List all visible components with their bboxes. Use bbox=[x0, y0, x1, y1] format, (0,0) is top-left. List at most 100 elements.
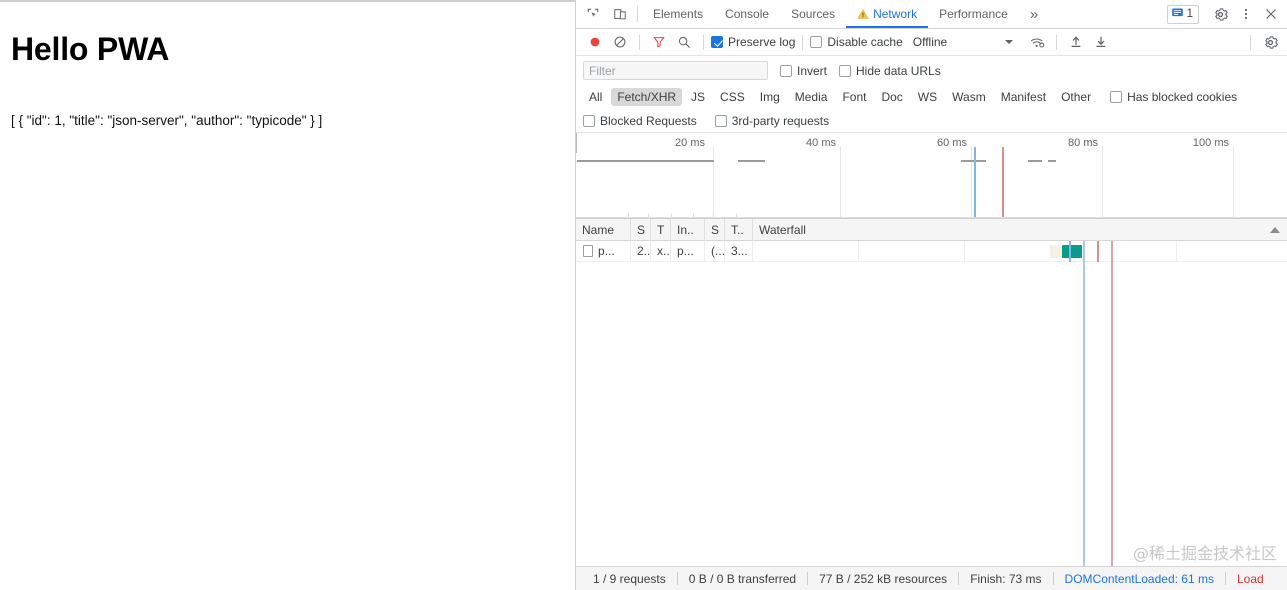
more-tabs-label: » bbox=[1029, 5, 1039, 23]
cell-size: (... bbox=[705, 241, 725, 262]
extra-filters-row: Blocked Requests 3rd-party requests bbox=[576, 109, 1287, 133]
type-filter-img[interactable]: Img bbox=[754, 88, 786, 106]
overview-gridline-20ms bbox=[713, 146, 714, 218]
cell-name[interactable]: p... bbox=[576, 241, 631, 262]
has-blocked-cookies-checkbox[interactable]: Has blocked cookies bbox=[1110, 90, 1237, 104]
network-conditions-icon[interactable] bbox=[1025, 31, 1049, 53]
column-header-size[interactable]: S bbox=[705, 219, 725, 241]
tab-sources-label: Sources bbox=[791, 7, 836, 21]
devtools-tabs: Elements Console Sources Network Perform… bbox=[642, 0, 1049, 28]
type-filter-doc[interactable]: Doc bbox=[875, 88, 908, 106]
message-count-label: 1 bbox=[1186, 8, 1193, 20]
overview-gridline-60ms bbox=[971, 146, 972, 218]
tab-network-label: Network bbox=[873, 7, 918, 21]
preserve-log-label: Preserve log bbox=[728, 35, 796, 49]
overview-request-band-5 bbox=[1048, 160, 1056, 162]
type-filter-all[interactable]: All bbox=[583, 88, 608, 106]
record-button[interactable] bbox=[583, 31, 607, 53]
overview-tick-60ms: 60 ms bbox=[937, 137, 967, 149]
invert-label: Invert bbox=[797, 63, 828, 78]
column-header-status[interactable]: S bbox=[631, 219, 651, 241]
tab-sources[interactable]: Sources bbox=[780, 0, 846, 28]
type-filter-font[interactable]: Font bbox=[836, 88, 872, 106]
sort-ascending-icon bbox=[1270, 226, 1280, 233]
column-header-time[interactable]: T.. bbox=[725, 219, 753, 241]
overview-left-edge bbox=[576, 133, 577, 153]
tabstrip-right-controls: 1 bbox=[1166, 0, 1287, 28]
hide-data-urls-box bbox=[839, 64, 852, 77]
device-toolbar-icon[interactable] bbox=[606, 0, 633, 28]
tab-network[interactable]: Network bbox=[846, 0, 929, 28]
waterfall-queue-segment bbox=[1050, 244, 1062, 258]
cell-type: x... bbox=[651, 241, 671, 262]
clear-button[interactable] bbox=[608, 31, 632, 53]
invert-checkbox[interactable]: Invert bbox=[780, 64, 827, 78]
requests-table-body: p... 2... x... p... (... 3... bbox=[576, 241, 1287, 566]
type-filter-ws[interactable]: WS bbox=[912, 88, 943, 106]
network-settings-gear-icon[interactable] bbox=[1258, 31, 1282, 53]
column-header-waterfall[interactable]: Waterfall bbox=[753, 219, 1287, 241]
page-json-output: [ { "id": 1, "title": "json-server", "au… bbox=[11, 113, 323, 128]
preserve-log-box bbox=[711, 36, 723, 48]
throttling-select[interactable]: Offline bbox=[913, 35, 947, 49]
toolbar-divider-1 bbox=[639, 34, 640, 50]
import-har-icon[interactable] bbox=[1064, 31, 1088, 53]
overview-request-band-4 bbox=[1028, 160, 1042, 162]
table-domcontentloaded-line bbox=[1083, 241, 1085, 566]
overview-request-band-1 bbox=[577, 160, 714, 162]
filter-row: Invert Hide data URLs bbox=[576, 56, 1287, 85]
type-filter-other[interactable]: Other bbox=[1055, 88, 1097, 106]
warning-triangle-icon bbox=[857, 8, 869, 20]
preserve-log-checkbox[interactable]: Preserve log bbox=[711, 35, 795, 49]
inspect-element-icon[interactable] bbox=[579, 0, 606, 28]
blocked-requests-checkbox[interactable]: Blocked Requests bbox=[583, 114, 697, 128]
overview-tick-80ms: 80 ms bbox=[1068, 137, 1098, 149]
type-filter-manifest[interactable]: Manifest bbox=[995, 88, 1052, 106]
overview-gridline-80ms bbox=[1102, 146, 1103, 218]
column-header-name[interactable]: Name bbox=[576, 219, 631, 241]
devtools-panel: Elements Console Sources Network Perform… bbox=[575, 0, 1287, 590]
disable-cache-label: Disable cache bbox=[827, 35, 903, 49]
disable-cache-checkbox[interactable]: Disable cache bbox=[810, 35, 903, 49]
hide-data-urls-label: Hide data URLs bbox=[856, 63, 941, 78]
overview-tick-40ms: 40 ms bbox=[806, 137, 836, 149]
type-filter-fetch-xhr[interactable]: Fetch/XHR bbox=[611, 88, 683, 106]
cell-waterfall[interactable] bbox=[753, 241, 1287, 262]
network-overview-timeline[interactable]: 20 ms 40 ms 60 ms 80 ms 100 ms bbox=[576, 133, 1287, 219]
more-tabs-button[interactable]: » bbox=[1019, 0, 1049, 28]
throttling-value: Offline bbox=[912, 35, 948, 49]
cell-name-label: p... bbox=[598, 243, 615, 258]
toolbar-divider-3 bbox=[802, 34, 804, 50]
third-party-requests-checkbox[interactable]: 3rd-party requests bbox=[714, 114, 829, 128]
column-header-initiator[interactable]: In.. bbox=[671, 219, 705, 241]
column-header-waterfall-label: Waterfall bbox=[759, 222, 806, 237]
export-har-icon[interactable] bbox=[1089, 31, 1113, 53]
type-filter-media[interactable]: Media bbox=[789, 88, 834, 106]
throttling-chevron-down-icon[interactable] bbox=[1005, 40, 1014, 44]
cell-initiator: p... bbox=[671, 241, 705, 262]
search-icon[interactable] bbox=[672, 31, 696, 53]
column-header-type[interactable]: T bbox=[651, 219, 671, 241]
table-row[interactable]: p... 2... x... p... (... 3... bbox=[576, 241, 1287, 262]
status-requests: 1 / 9 requests bbox=[593, 571, 666, 586]
hide-data-urls-checkbox[interactable]: Hide data URLs bbox=[839, 64, 941, 78]
tab-performance[interactable]: Performance bbox=[928, 0, 1019, 28]
cell-status: 2... bbox=[631, 241, 651, 262]
type-filter-wasm[interactable]: Wasm bbox=[946, 88, 992, 106]
type-filter-js[interactable]: JS bbox=[685, 88, 711, 106]
settings-gear-icon[interactable] bbox=[1208, 2, 1233, 27]
tab-elements[interactable]: Elements bbox=[642, 0, 714, 28]
type-filter-css[interactable]: CSS bbox=[714, 88, 751, 106]
document-file-icon bbox=[583, 245, 593, 257]
filter-funnel-icon[interactable] bbox=[647, 31, 671, 53]
status-load: Load bbox=[1236, 571, 1264, 586]
invert-box bbox=[780, 64, 792, 77]
status-domcontentloaded: DOMContentLoaded: 61 ms bbox=[1064, 571, 1214, 586]
tabstrip-divider bbox=[637, 6, 638, 22]
close-devtools-icon[interactable] bbox=[1258, 2, 1283, 27]
blocked-requests-label: Blocked Requests bbox=[600, 113, 697, 128]
console-message-count-button[interactable]: 1 bbox=[1166, 4, 1199, 24]
tab-console[interactable]: Console bbox=[714, 0, 780, 28]
devtools-more-options-icon[interactable] bbox=[1233, 2, 1258, 27]
filter-input[interactable] bbox=[583, 61, 768, 80]
